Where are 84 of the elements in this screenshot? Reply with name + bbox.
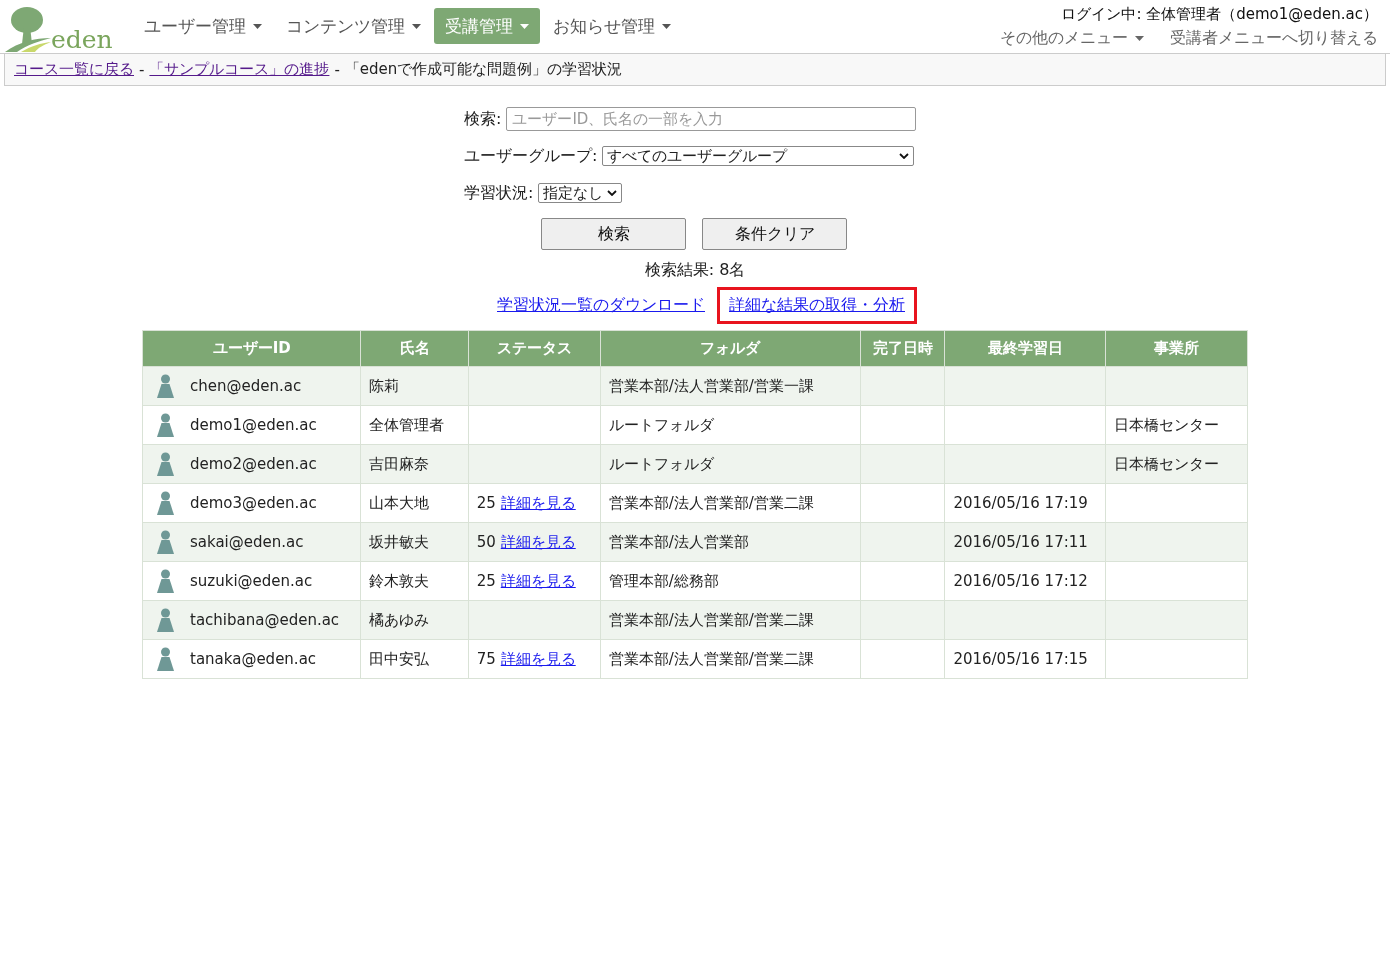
table-cell: 吉田麻奈 — [360, 444, 469, 484]
column-header: ステータス — [468, 330, 601, 367]
table-cell: 営業本部/法人営業部 — [600, 522, 861, 562]
score-text: 50 — [476, 532, 496, 551]
user-icon — [157, 569, 174, 593]
table-cell: 営業本部/法人営業部/営業二課 — [600, 483, 861, 523]
login-status-text: ログイン中: 全体管理者（demo1@eden.ac） — [1061, 5, 1378, 24]
user-icon — [157, 374, 174, 398]
table-cell: tanaka@eden.ac — [190, 650, 317, 668]
chevron-down-icon — [607, 190, 618, 196]
caret-icon — [253, 23, 262, 29]
breadcrumb-current: 「edenで作成可能な問題例」の学習状況 — [344, 60, 623, 79]
table-cell: chen@eden.ac — [190, 377, 302, 395]
table-cell: suzuki@eden.ac — [190, 572, 313, 590]
learning-status-label: 学習状況: — [464, 182, 534, 204]
caret-icon — [520, 23, 529, 29]
table-cell: ルートフォルダ — [600, 444, 861, 484]
table-cell: 営業本部/法人営業部/営業一課 — [600, 366, 861, 406]
chevron-down-icon — [899, 153, 910, 159]
user-icon — [157, 452, 174, 476]
breadcrumb-link[interactable]: コース一覧に戻る — [14, 60, 134, 79]
nav-menu-item[interactable]: お知らせ管理 — [542, 8, 682, 44]
table-cell: 坂井敏夫 — [360, 522, 469, 562]
caret-icon — [412, 23, 421, 29]
table-cell: 橘あゆみ — [360, 600, 469, 640]
clear-button[interactable]: 条件クリア — [702, 218, 847, 250]
table-cell: 2016/05/16 17:15 — [944, 639, 1106, 679]
table-cell: demo2@eden.ac — [190, 455, 317, 473]
user-group-label: ユーザーグループ: — [464, 145, 598, 167]
table-cell: demo1@eden.ac — [190, 416, 317, 434]
table-cell: sakai@eden.ac — [190, 533, 304, 551]
score-text: 75 — [476, 649, 496, 668]
column-header: 完了日時 — [860, 330, 945, 367]
table-cell: 営業本部/法人営業部/営業二課 — [600, 639, 861, 679]
menu-link[interactable]: その他のメニュー — [1000, 28, 1144, 49]
table-cell: 陈莉 — [360, 366, 469, 406]
nav-menu-item[interactable]: コンテンツ管理 — [275, 8, 432, 44]
table-cell: 管理本部/総務部 — [600, 561, 861, 601]
nav-menu-item[interactable]: ユーザー管理 — [133, 8, 273, 44]
table-cell: 全体管理者 — [360, 405, 469, 445]
search-field[interactable]: ユーザーID、氏名の一部を入力 — [506, 107, 917, 131]
search-label: 検索: — [464, 108, 502, 130]
result-count-text: 検索結果: 8名 — [644, 260, 746, 281]
column-header: ユーザーID — [142, 330, 361, 367]
user-icon — [157, 530, 174, 554]
score-text: 25 — [476, 493, 496, 512]
breadcrumb-separator: - — [139, 60, 145, 79]
column-header: 最終学習日 — [944, 330, 1106, 367]
user-icon — [157, 647, 174, 671]
table-cell: 営業本部/法人営業部/営業二課 — [600, 600, 861, 640]
table-cell: 鈴木敦夫 — [360, 561, 469, 601]
caret-icon — [1135, 36, 1144, 41]
menu-link[interactable]: 受講者メニューへ切り替える — [1170, 28, 1378, 49]
column-header: フォルダ — [600, 330, 861, 367]
learning-status-dropdown[interactable]: 指定なし — [538, 183, 623, 203]
breadcrumb-separator: - — [334, 60, 340, 79]
column-header: 氏名 — [360, 330, 469, 367]
user-icon — [157, 608, 174, 632]
details-link[interactable]: 詳細を見る — [500, 649, 576, 668]
table-cell: demo3@eden.ac — [190, 494, 317, 512]
table-cell: 日本橋センター — [1105, 405, 1248, 445]
table-cell: tachibana@eden.ac — [190, 611, 340, 629]
table-cell: 山本大地 — [360, 483, 469, 523]
caret-icon — [662, 23, 671, 29]
score-text: 25 — [476, 571, 496, 590]
logo-text: eden — [51, 27, 113, 52]
table-cell: ルートフォルダ — [600, 405, 861, 445]
column-header: 事業所 — [1105, 330, 1248, 367]
action-link[interactable]: 学習状況一覧のダウンロード — [485, 287, 717, 324]
table-cell: 2016/05/16 17:19 — [944, 483, 1106, 523]
user-icon — [157, 491, 174, 515]
table-cell: 2016/05/16 17:11 — [944, 522, 1106, 562]
action-link[interactable]: 詳細な結果の取得・分析 — [717, 287, 917, 324]
table-cell: 2016/05/16 17:12 — [944, 561, 1106, 601]
user-group-dropdown[interactable]: すべてのユーザーグループ — [602, 146, 915, 166]
details-link[interactable]: 詳細を見る — [500, 532, 576, 551]
table-cell: 田中安弘 — [360, 639, 469, 679]
details-link[interactable]: 詳細を見る — [500, 571, 576, 590]
details-link[interactable]: 詳細を見る — [500, 493, 576, 512]
user-icon — [157, 413, 174, 437]
search-button[interactable]: 検索 — [541, 218, 686, 250]
tree-logo-icon — [5, 6, 51, 52]
table-cell: 日本橋センター — [1105, 444, 1248, 484]
breadcrumb-link[interactable]: 「サンプルコース」の進捗 — [149, 60, 330, 79]
